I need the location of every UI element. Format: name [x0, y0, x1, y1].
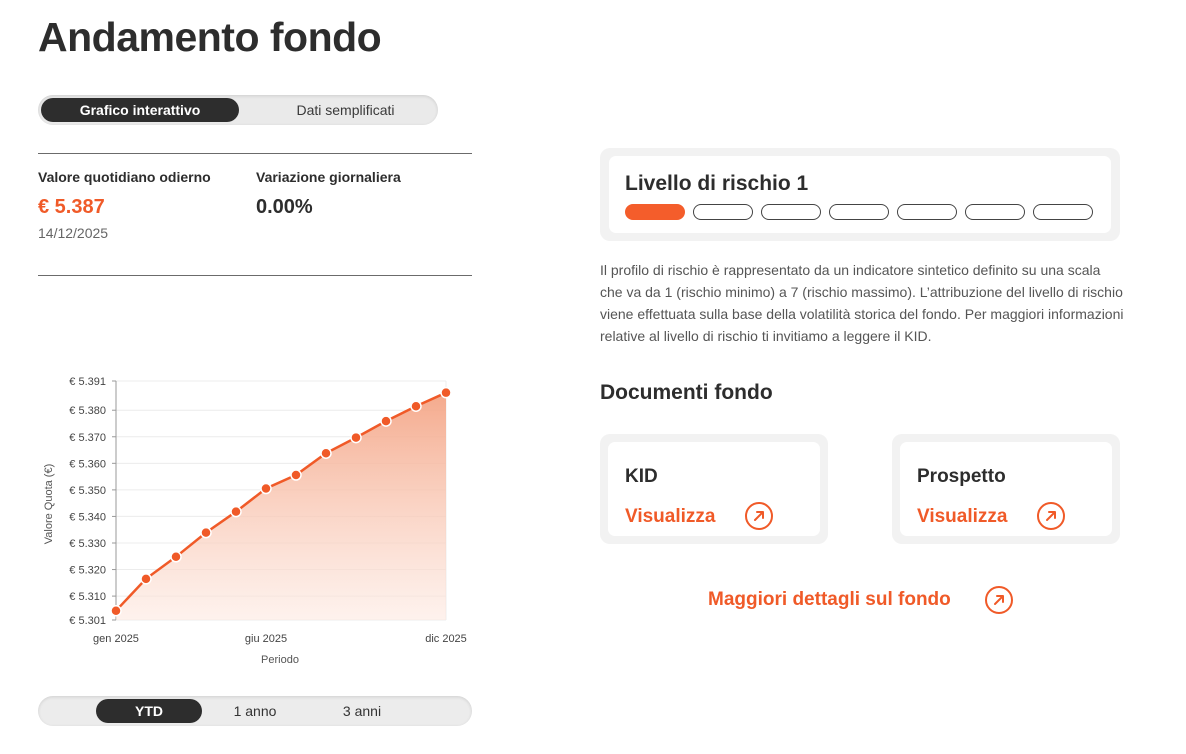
y-tick-label: € 5.380 [69, 405, 106, 417]
tab-interactive-chart[interactable]: Grafico interattivo [41, 98, 239, 122]
y-tick-label: € 5.310 [69, 591, 106, 603]
variation-label: Variazione giornaliera [256, 169, 401, 185]
y-tick-label: € 5.320 [69, 565, 106, 577]
risk-title: Livello di rischio 1 [625, 172, 809, 195]
data-point[interactable] [230, 505, 242, 518]
data-point[interactable] [380, 415, 392, 427]
risk-level-1 [625, 204, 685, 220]
arrow-up-right-icon[interactable] [745, 502, 773, 530]
period-ytd[interactable]: YTD [96, 699, 202, 723]
daily-value: € 5.387 [38, 196, 105, 218]
prospectus-view-link[interactable]: Visualizza [917, 506, 1007, 528]
data-point[interactable] [260, 482, 272, 495]
risk-level-4 [829, 204, 889, 220]
y-tick-label: € 5.350 [69, 485, 106, 497]
more-details-link[interactable]: Maggiori dettagli sul fondo [708, 589, 951, 611]
risk-level-7 [1033, 204, 1093, 220]
risk-card: Livello di rischio 1 [600, 148, 1120, 241]
doc-title: KID [625, 466, 658, 487]
data-point[interactable] [350, 431, 362, 444]
data-point[interactable] [170, 551, 182, 563]
x-tick-label: gen 2025 [93, 633, 139, 645]
y-tick-label: € 5.391 [69, 376, 106, 388]
documents-title: Documenti fondo [600, 381, 773, 404]
y-tick-label: € 5.340 [69, 511, 106, 523]
period-3-years[interactable]: 3 anni [310, 699, 414, 723]
view-toggle: Grafico interattivo Dati semplificati [38, 95, 438, 125]
y-tick-label: € 5.360 [69, 458, 106, 470]
chart-area [116, 392, 446, 620]
data-point[interactable] [290, 469, 302, 481]
fund-chart[interactable]: € 5.391 € 5.380 € 5.370 € 5.360 € 5.350 € 5.3… [38, 368, 478, 678]
tab-simplified-data[interactable]: Dati semplificati [258, 98, 433, 122]
chart-svg: € 5.391 € 5.380 € 5.370 € 5.360 € 5.350 € 5.3… [43, 376, 467, 666]
doc-card-kid: KID Visualizza [600, 434, 828, 544]
variation-value: 0.00% [256, 196, 313, 218]
divider [38, 275, 472, 276]
divider [38, 153, 472, 154]
risk-level-3 [761, 204, 821, 220]
y-tick-label: € 5.370 [69, 432, 106, 444]
y-tick-label: € 5.301 [69, 615, 106, 627]
value-date: 14/12/2025 [38, 225, 109, 241]
doc-title: Prospetto [917, 466, 1006, 487]
data-point[interactable] [110, 604, 122, 617]
y-tick-label: € 5.330 [69, 538, 106, 550]
y-axis-title: Valore Quota (€) [43, 464, 55, 545]
x-tick-label: dic 2025 [425, 633, 467, 645]
period-1-year[interactable]: 1 anno [204, 699, 306, 723]
data-point[interactable] [200, 526, 212, 539]
doc-card-prospectus: Prospetto Visualizza [892, 434, 1120, 544]
page-title: Andamento fondo [38, 14, 382, 60]
doc-card-inner: Prospetto Visualizza [900, 442, 1112, 536]
period-toggle: YTD 1 anno 3 anni [38, 696, 472, 726]
doc-card-inner: KID Visualizza [608, 442, 820, 536]
x-axis-title: Periodo [261, 654, 299, 666]
kid-view-link[interactable]: Visualizza [625, 506, 715, 528]
data-point[interactable] [140, 573, 152, 585]
data-point[interactable] [410, 400, 422, 412]
arrow-up-right-icon[interactable] [985, 586, 1013, 614]
risk-description: Il profilo di rischio è rappresentato da… [600, 262, 1124, 344]
x-tick-label: giu 2025 [245, 633, 287, 645]
daily-value-label: Valore quotidiano odierno [38, 169, 211, 185]
arrow-up-right-icon[interactable] [1037, 502, 1065, 530]
risk-level-2 [693, 204, 753, 220]
risk-level-5 [897, 204, 957, 220]
risk-level-6 [965, 204, 1025, 220]
risk-card-inner: Livello di rischio 1 [609, 156, 1111, 233]
data-point[interactable] [440, 386, 452, 399]
data-point[interactable] [320, 447, 332, 459]
